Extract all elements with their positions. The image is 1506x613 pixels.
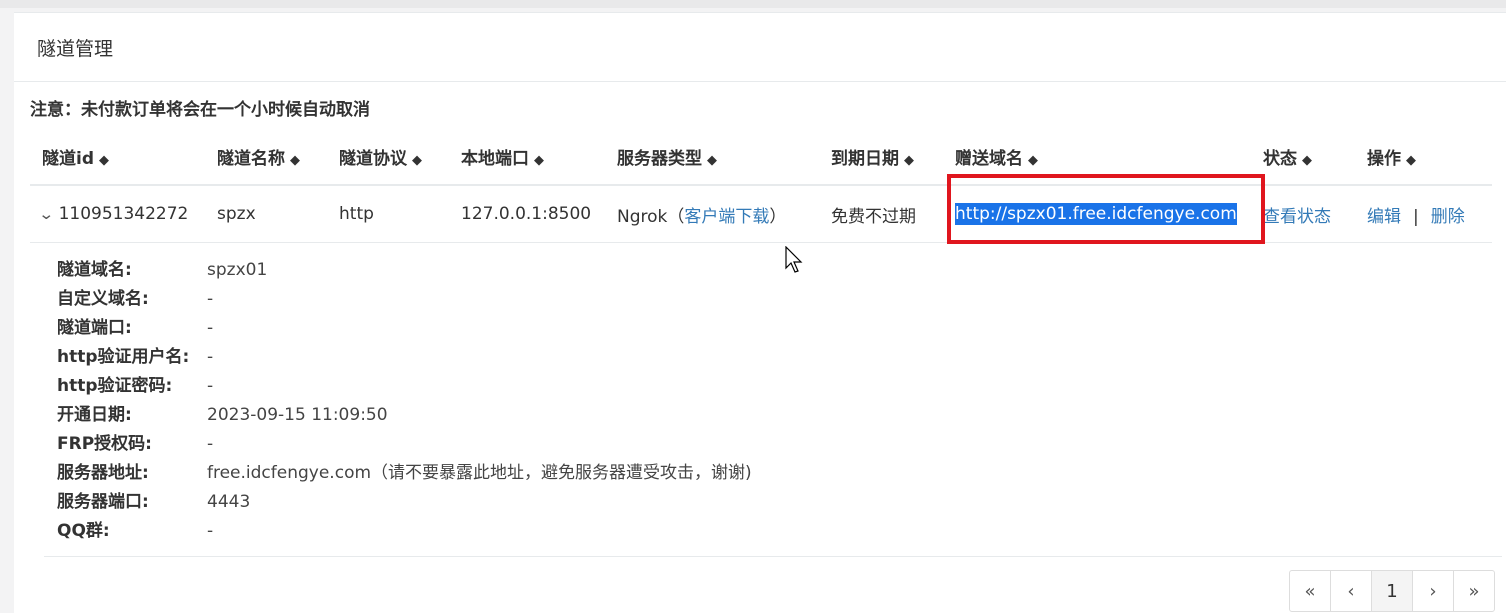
table-header-row: 隧道id ◆ 隧道名称 ◆ 隧道协议 ◆ 本地端口 ◆ 服务器类型 ◆ 到期日期 ◆ 赠送域… [30,128,1492,186]
column-header-id[interactable]: 隧道id ◆ [30,128,205,186]
detail-row: 隧道域名: spzx01 [57,260,268,280]
sort-icon[interactable]: ◆ [1406,153,1416,168]
pagination: « ‹ 1 › » [1289,570,1495,612]
divider [44,556,1502,557]
delete-link[interactable]: 删除 [1431,207,1465,227]
column-header-actions[interactable]: 操作 ◆ [1355,128,1492,186]
next-page-button[interactable]: › [1412,571,1453,611]
table-row: ⌄ 110951342272 spzx http 127.0.0.1:8500 N… [30,185,1492,243]
column-header-status[interactable]: 状态 ◆ [1251,128,1355,186]
client-download-link[interactable]: 客户端下载 [684,207,769,227]
last-page-button[interactable]: » [1453,571,1494,611]
detail-row: 自定义域名: - [57,289,214,309]
sort-icon[interactable]: ◆ [1028,153,1038,168]
cell-status: 查看状态 [1251,185,1355,243]
column-header-expire[interactable]: 到期日期 ◆ [819,128,943,186]
sort-icon[interactable]: ◆ [99,153,109,168]
detail-row: http验证密码: - [57,376,214,396]
detail-row: 服务器地址: free.idcfengye.com（请不要暴露此地址，避免服务器遭… [57,463,752,483]
cell-domain[interactable]: http://spzx01.free.idcfengye.com [943,185,1251,243]
chevron-down-icon[interactable]: ⌄ [38,205,54,223]
view-status-link[interactable]: 查看状态 [1263,207,1331,227]
separator: | [1413,206,1419,227]
detail-row: 开通日期: 2023-09-15 11:09:50 [57,405,388,425]
sort-icon[interactable]: ◆ [534,153,544,168]
column-header-server-type[interactable]: 服务器类型 ◆ [605,128,819,186]
column-header-domain[interactable]: 赠送域名 ◆ [943,128,1251,186]
first-page-button[interactable]: « [1290,571,1330,611]
prev-page-button[interactable]: ‹ [1330,571,1371,611]
top-bar [0,0,1506,8]
detail-row: http验证用户名: - [57,347,214,367]
column-header-local-port[interactable]: 本地端口 ◆ [449,128,605,186]
cell-protocol: http [327,185,449,243]
cell-expire: 免费不过期 [819,185,943,243]
cell-local-port: 127.0.0.1:8500 [449,185,605,243]
edit-link[interactable]: 编辑 [1367,207,1401,227]
detail-row: 服务器端口: 4443 [57,492,251,512]
sort-icon[interactable]: ◆ [1302,153,1312,168]
detail-row: FRP授权码: - [57,434,214,454]
panel-title: 隧道管理 [14,13,1506,82]
cell-name: spzx [205,185,327,243]
column-header-name[interactable]: 隧道名称 ◆ [205,128,327,186]
column-header-protocol[interactable]: 隧道协议 ◆ [327,128,449,186]
sort-icon[interactable]: ◆ [412,153,422,168]
detail-row: QQ群: - [57,521,214,541]
sort-icon[interactable]: ◆ [707,153,717,168]
tunnel-details: 隧道域名: spzx01 自定义域名: - 隧道端口: - http验证用户名: - h… [57,256,752,546]
sort-icon[interactable]: ◆ [290,153,300,168]
page-1-button[interactable]: 1 [1371,571,1412,611]
sort-icon[interactable]: ◆ [904,153,914,168]
detail-row: 隧道端口: - [57,318,214,338]
cell-server-type: Ngrok（客户端下载） [605,185,819,243]
mouse-cursor-icon [785,246,803,273]
cell-id: ⌄ 110951342272 [30,185,205,243]
gift-domain-text[interactable]: http://spzx01.free.idcfengye.com [955,203,1237,225]
notice-text: 注意：未付款订单将会在一个小时候自动取消 [30,100,370,120]
tunnel-table: 隧道id ◆ 隧道名称 ◆ 隧道协议 ◆ 本地端口 ◆ 服务器类型 ◆ 到期日期 ◆ 赠送域… [30,128,1492,243]
cell-actions: 编辑 | 删除 [1355,185,1492,243]
